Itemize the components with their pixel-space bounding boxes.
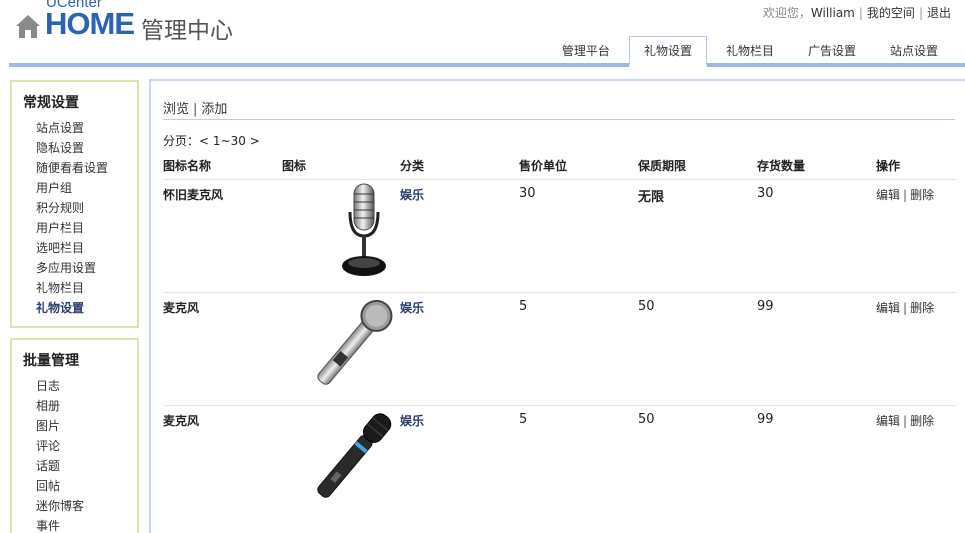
sidebar-item-photos[interactable]: 图片	[36, 416, 137, 436]
username-link[interactable]: William	[811, 6, 855, 20]
main-panel: 浏览 | 添加 分页：< 1~30 > 图标名称 图标 分类 售价单位 保质期限 存…	[149, 79, 965, 533]
gift-stock: 30	[757, 178, 876, 292]
sidebar-item-privacy-settings[interactable]: 隐私设置	[36, 138, 137, 158]
table-row: 怀旧麦克风 娱乐 30 无限 30 编辑 | 删除	[163, 178, 957, 292]
divider: |	[918, 6, 923, 20]
sidebar-item-gift-settings[interactable]: 礼物设置	[36, 298, 137, 318]
gift-actions: 编辑 | 删除	[876, 178, 957, 292]
col-price: 售价单位	[519, 159, 568, 174]
sidebar-item-events[interactable]: 事件	[36, 516, 137, 533]
pagination: 分页：< 1~30 >	[163, 132, 260, 149]
sidebar-batch: 批量管理 日志 相册 图片 评论 话题 回帖 迷你博客 事件	[10, 338, 139, 533]
tab-admin-platform[interactable]: 管理平台	[547, 36, 625, 66]
divider: |	[858, 6, 863, 20]
gift-icon-cell	[282, 291, 400, 405]
divider: |	[903, 187, 908, 202]
tab-gift-settings[interactable]: 礼物设置	[628, 36, 707, 67]
delete-link[interactable]: 删除	[910, 188, 934, 202]
col-category: 分类	[400, 159, 425, 174]
gift-shelf-life: 50	[638, 404, 757, 518]
tab-ad-settings[interactable]: 广告设置	[793, 36, 871, 66]
next-page-link[interactable]: >	[250, 134, 260, 148]
logo-subtitle: 管理中心	[141, 18, 233, 44]
gift-actions: 编辑 | 删除	[876, 404, 957, 518]
gift-name: 麦克风	[163, 291, 282, 405]
gift-category[interactable]: 娱乐	[400, 404, 519, 518]
sidebar-item-credit-rules[interactable]: 积分规则	[36, 198, 137, 218]
edit-link[interactable]: 编辑	[876, 414, 900, 428]
col-actions: 操作	[876, 159, 901, 174]
sidebar-item-user-columns[interactable]: 用户栏目	[36, 218, 137, 238]
sidebar-item-multi-app[interactable]: 多应用设置	[36, 258, 137, 278]
gift-icon-cell	[282, 404, 400, 518]
gift-shelf-life: 无限	[638, 178, 757, 292]
sidebar-item-blogs[interactable]: 日志	[36, 376, 137, 396]
gift-price: 5	[519, 404, 638, 518]
top-nav: 管理平台 礼物设置 礼物栏目 广告设置 站点设置	[543, 36, 953, 67]
sub-nav-divider	[163, 119, 955, 120]
sub-nav: 浏览 | 添加	[163, 98, 227, 117]
col-name: 图标名称	[163, 159, 212, 174]
sidebar-item-albums[interactable]: 相册	[36, 396, 137, 416]
gift-shelf-life: 50	[638, 291, 757, 405]
tab-site-settings[interactable]: 站点设置	[875, 36, 953, 66]
table-header: 图标名称 图标 分类 售价单位 保质期限 存货数量 操作	[163, 153, 957, 179]
sidebar-general-title: 常规设置	[23, 95, 79, 111]
sidebar-item-poll-columns[interactable]: 选吧栏目	[36, 238, 137, 258]
prev-page-link[interactable]: <	[199, 134, 209, 148]
gift-name: 麦克风	[163, 404, 282, 518]
black-microphone-icon	[317, 412, 392, 498]
house-icon	[16, 15, 40, 38]
gift-stock: 99	[757, 404, 876, 518]
delete-link[interactable]: 删除	[910, 301, 934, 315]
divider: |	[903, 300, 908, 315]
divider: |	[193, 102, 198, 117]
edit-link[interactable]: 编辑	[876, 301, 900, 315]
logout-link[interactable]: 退出	[927, 6, 951, 20]
table-row: 麦克风 娱乐 5 50 99 编辑 | 删除	[163, 404, 957, 518]
sidebar-item-browse-settings[interactable]: 随便看看设置	[36, 158, 137, 178]
col-shelf-life: 保质期限	[638, 159, 687, 174]
gift-category[interactable]: 娱乐	[400, 291, 519, 405]
sidebar-batch-title: 批量管理	[23, 353, 79, 369]
sidebar-item-replies[interactable]: 回帖	[36, 476, 137, 496]
sidebar-item-user-groups[interactable]: 用户组	[36, 178, 137, 198]
sidebar-item-topics[interactable]: 话题	[36, 456, 137, 476]
nav-divider	[9, 63, 965, 67]
page-range[interactable]: 1~30	[213, 134, 246, 148]
delete-link[interactable]: 删除	[910, 414, 934, 428]
col-icon: 图标	[282, 159, 307, 174]
browse-link[interactable]: 浏览	[163, 102, 189, 117]
divider: |	[903, 413, 908, 428]
gift-icon-cell	[282, 178, 400, 292]
gift-table: 图标名称 图标 分类 售价单位 保质期限 存货数量 操作 怀旧麦克风 娱乐 30…	[163, 153, 957, 518]
col-stock: 存货数量	[757, 159, 806, 174]
gift-price: 5	[519, 291, 638, 405]
pager-label: 分页：	[163, 134, 200, 148]
gift-category[interactable]: 娱乐	[400, 178, 519, 292]
gift-name: 怀旧麦克风	[163, 178, 282, 292]
add-link[interactable]: 添加	[201, 102, 227, 117]
welcome-text: 欢迎您，	[762, 6, 811, 20]
retro-microphone-icon	[342, 183, 386, 276]
gift-stock: 99	[757, 291, 876, 405]
gift-actions: 编辑 | 删除	[876, 291, 957, 405]
sidebar-general: 常规设置 站点设置 隐私设置 随便看看设置 用户组 积分规则 用户栏目 选吧栏目…	[10, 80, 139, 328]
sidebar-item-miniblog[interactable]: 迷你博客	[36, 496, 137, 516]
logo-home: HOME	[45, 6, 135, 41]
logo[interactable]: UCenter HOME 管理中心	[14, 0, 254, 44]
table-row: 麦克风 娱乐 5 50 99 编辑 | 删除	[163, 291, 957, 405]
silver-microphone-icon	[317, 299, 393, 385]
gift-price: 30	[519, 178, 638, 292]
user-bar: 欢迎您，William | 我的空间 | 退出	[763, 4, 951, 21]
sidebar-item-gift-columns[interactable]: 礼物栏目	[36, 278, 137, 298]
sidebar-item-site-settings[interactable]: 站点设置	[36, 118, 137, 138]
sidebar-item-comments[interactable]: 评论	[36, 436, 137, 456]
tab-gift-columns[interactable]: 礼物栏目	[711, 36, 789, 66]
edit-link[interactable]: 编辑	[876, 188, 900, 202]
my-space-link[interactable]: 我的空间	[867, 6, 915, 20]
